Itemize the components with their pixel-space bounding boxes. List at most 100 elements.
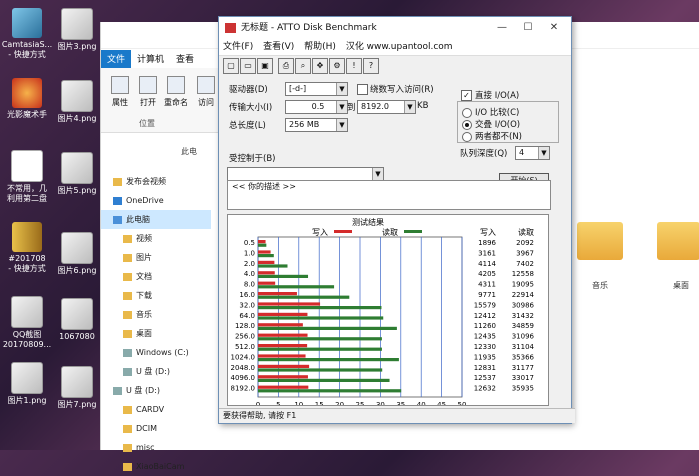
io-compare-radio[interactable] (462, 108, 472, 118)
nav-item[interactable]: 发布会视频 (101, 172, 211, 191)
desktop-icon-shortcut[interactable]: #201708- 快捷方式 (0, 222, 54, 274)
menu-file[interactable]: 文件(F) (223, 42, 253, 52)
zoom-icon[interactable]: ⌕ (295, 58, 311, 74)
nav-item[interactable]: misc (101, 438, 211, 457)
rename-button[interactable]: 重命名 (163, 76, 189, 108)
category-label: 32.0 (239, 301, 255, 309)
new-icon[interactable]: ▢ (223, 58, 239, 74)
nav-item[interactable]: XiaoBaiCam (101, 457, 211, 476)
menu-view[interactable]: 查看(V) (263, 42, 294, 52)
minimize-button[interactable]: — (489, 17, 515, 39)
tab-file[interactable]: 文件 (101, 50, 132, 68)
desktop-folder-icon[interactable] (657, 222, 699, 260)
nav-item[interactable]: U 盘 (D:) (101, 362, 211, 381)
menu-help[interactable]: 帮助(H) (304, 42, 336, 52)
read-bar (258, 306, 382, 310)
info-icon[interactable]: ! (346, 58, 362, 74)
category-label: 1024.0 (231, 353, 256, 361)
write-value: 4114 (478, 260, 496, 268)
music-folder-icon[interactable] (577, 222, 623, 260)
folder-icon (123, 424, 132, 433)
nav-label: misc (136, 443, 155, 452)
download-folder-icon (123, 291, 132, 300)
read-bar (258, 285, 335, 289)
cache-checkbox[interactable] (357, 84, 368, 95)
description-field[interactable]: << 你的描述 >> (227, 180, 551, 210)
read-bar (258, 254, 274, 258)
move-icon[interactable]: ✥ (312, 58, 328, 74)
desktop-icon-camtasia[interactable]: CamtasiaS... - 快捷方式 (0, 8, 54, 60)
nav-label: XiaoBaiCam (136, 462, 185, 471)
nav-item[interactable]: Windows (C:) (101, 343, 211, 362)
computer-icon (113, 215, 122, 224)
desktop-icon-neoimaging[interactable]: 光影魔术手 (0, 78, 54, 120)
category-label: 0.5 (244, 239, 255, 247)
drive-label: 驱动器(D) (229, 85, 268, 95)
icon-label: 不常用，几 (7, 184, 47, 193)
write-bar (258, 271, 275, 275)
nav-item[interactable]: DCIM (101, 419, 211, 438)
queue-depth-select[interactable]: 4 ▼ (515, 146, 550, 160)
write-value: 12412 (474, 312, 496, 320)
save-icon[interactable]: ▣ (257, 58, 273, 74)
desktop-icon-image3[interactable]: 图片3.png (50, 8, 104, 52)
nav-item[interactable]: 视频 (101, 229, 211, 248)
open-button[interactable]: 打开 (135, 76, 161, 108)
read-bar (258, 274, 309, 278)
direct-io-checkbox[interactable]: ✓ (461, 90, 472, 101)
nav-item[interactable]: CARDV (101, 400, 211, 419)
nav-item[interactable]: 音乐 (101, 305, 211, 324)
results-chart: 测试结果写入读取写入读取05101520253035404550传输速率 - M… (231, 217, 535, 419)
tab-computer[interactable]: 计算机 (131, 50, 170, 68)
close-button[interactable]: ✕ (541, 17, 567, 39)
cache-label: 绕数写入访问(R) (370, 85, 434, 95)
address-bar[interactable]: 此电 (101, 146, 221, 164)
desktop-icon-qqshot[interactable]: QQ截图 20170809... (0, 296, 54, 350)
nav-item[interactable]: 此电脑 (101, 210, 211, 229)
desktop-icon-image4[interactable]: 图片4.png (50, 80, 104, 124)
archive-icon (12, 222, 42, 252)
nav-item[interactable]: 图片 (101, 248, 211, 267)
image-icon (61, 232, 93, 264)
chevron-down-icon: ▼ (404, 101, 415, 113)
desktop-icon-1067080[interactable]: 1067080 (50, 298, 104, 342)
tab-view[interactable]: 查看 (170, 50, 200, 68)
tick-label: 5 (276, 401, 280, 405)
menu-localization[interactable]: 汉化 www.upantool.com (346, 42, 453, 52)
nav-item[interactable]: 桌面 (101, 324, 211, 343)
icon-label: 图片1.png (7, 396, 47, 405)
help-icon[interactable]: ? (363, 58, 379, 74)
total-length-select[interactable]: 256 MB ▼ (285, 118, 348, 132)
desktop-icon-image1[interactable]: 图片1.png (0, 362, 54, 406)
settings-icon[interactable]: ⚙ (329, 58, 345, 74)
desktop-icon-doc[interactable]: 不常用，几 利用第二盘 (0, 150, 54, 204)
write-bar (258, 354, 306, 358)
transfer-from-select[interactable]: 0.5 ▼ (285, 100, 348, 114)
write-bar (258, 240, 266, 244)
neither-radio[interactable] (462, 132, 472, 142)
nav-item[interactable]: 下载 (101, 286, 211, 305)
nav-item[interactable]: OneDrive (101, 191, 211, 210)
menu-bar: 文件(F) 查看(V) 帮助(H) 汉化 www.upantool.com (219, 39, 571, 56)
access-button[interactable]: 访问 (193, 76, 219, 108)
desktop-icon-image6[interactable]: 图片6.png (50, 232, 104, 276)
print-icon[interactable]: ⎙ (278, 58, 294, 74)
open-icon[interactable]: ▭ (240, 58, 256, 74)
controlled-by-select[interactable]: ▼ (227, 167, 384, 181)
write-bar (258, 385, 309, 389)
nav-label: 音乐 (136, 310, 152, 319)
io-overlap-radio[interactable] (462, 120, 472, 130)
icon-label: CamtasiaS... (1, 40, 53, 49)
desktop-icon-image7[interactable]: 图片7.png (50, 366, 104, 410)
transfer-to-select[interactable]: 8192.0 ▼ (357, 100, 416, 114)
drive-select[interactable]: [-d-] ▼ (285, 82, 348, 96)
image-icon (11, 296, 43, 328)
properties-button[interactable]: 属性 (107, 76, 133, 108)
desktop-icon-image5[interactable]: 图片5.png (50, 152, 104, 196)
ribbon-tabs: 文件 计算机 查看 (101, 50, 221, 68)
nav-item[interactable]: 文档 (101, 267, 211, 286)
write-bar (258, 292, 297, 296)
image-icon (61, 366, 93, 398)
nav-item[interactable]: U 盘 (D:) (101, 381, 211, 400)
maximize-button[interactable]: ☐ (515, 17, 541, 39)
